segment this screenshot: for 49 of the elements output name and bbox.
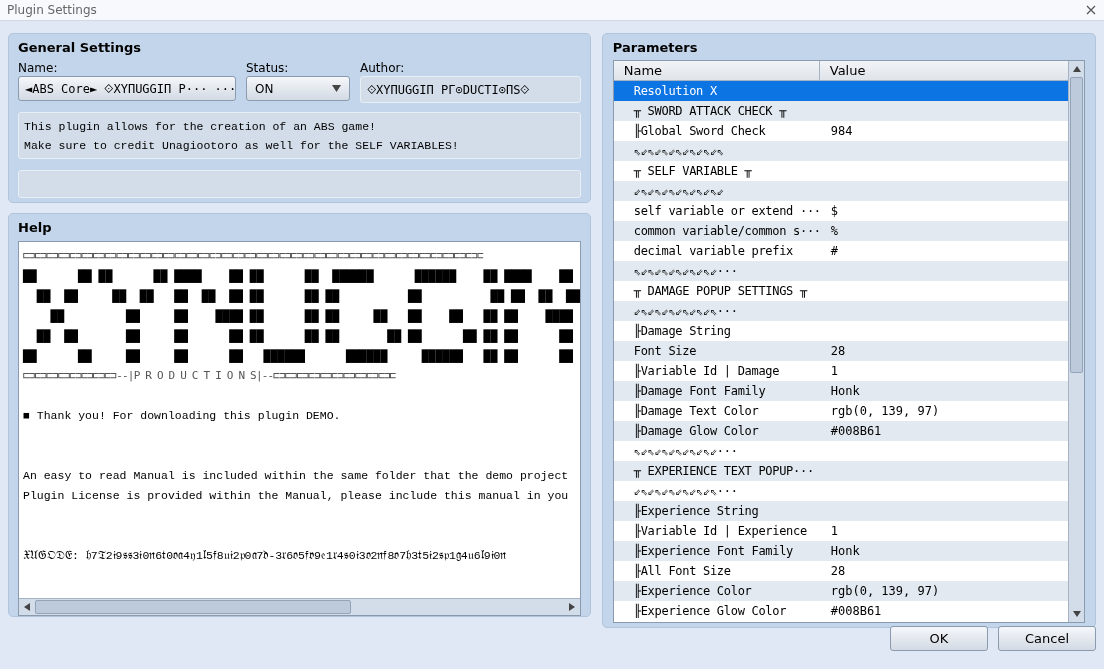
parameter-row[interactable]: ╟Experience Color rgb(0, 139, 97) — [613, 581, 1068, 601]
panel-title: Parameters — [612, 39, 699, 57]
parameter-row[interactable]: Font Size 28 — [613, 341, 1068, 361]
parameter-row[interactable]: ⇙⇖⇙⇖⇙⇖⇙⇖⇙⇖⇙⇖··· — [613, 301, 1068, 321]
author-field[interactable]: ⟐XYПՍGGIП PΓ⊙DՍCTI⊙ПS⟐ — [360, 76, 581, 103]
ornament-line: ⊏⊐⊏⊐⊏⊐⊏⊐⊏⊐⊏⊐⊏⊐⊏⊐--|P R O D U C T I O N S|--⊏⊐⊏⊐⊏⊐⊏⊐⊏⊐⊏⊐⊏⊐⊏⊐⊏⊐⊏⊐⊏ — [23, 368, 396, 384]
empty-field[interactable] — [18, 170, 581, 198]
left-arrow-icon — [24, 603, 30, 611]
parameter-row[interactable]: ╥ SWORD ATTACK CHECK ╥ — [613, 101, 1068, 121]
column-header[interactable]: Value — [819, 61, 1068, 80]
block-letter-line: ██ ██ ██ ██ ██ ██ ██ ██ ██ ██ ██ ██ ██ ██ ██ — [35, 288, 580, 305]
panel-title: General Settings — [18, 39, 143, 57]
close-icon[interactable] — [1086, 5, 1096, 15]
help-text-line: An easy to read Manual is included within the same folder that the demo project — [23, 468, 569, 484]
block-letter-line: ██ ██ ██ ██ ██ ██████ ██████ ██████ ██ ██ ██ — [23, 348, 573, 365]
status-dropdown[interactable]: ON — [246, 76, 350, 101]
panel-title: Help — [18, 219, 53, 237]
caret-icon — [332, 85, 341, 92]
column-header[interactable]: Name — [613, 61, 820, 80]
description-field[interactable]: This plugin allows for the creation of an ABS game! Make sure to credit Unagiootoro as well for the SELF VARIABLES! — [18, 112, 581, 159]
parameter-row[interactable]: ╟Experience String — [613, 501, 1068, 521]
field-label: Name: — [18, 60, 59, 76]
parameter-row[interactable]: ╟Experience Font Family Honk — [613, 541, 1068, 561]
help-text-line: Plugin License is provided within the Manual, please include this manual in you — [23, 488, 569, 504]
name-field[interactable]: ◄ABS Core► ⟐XYПՍGGIП P··· ··· — [18, 76, 236, 101]
scrollbar-thumb[interactable] — [1070, 77, 1083, 373]
block-letter-line: ██ ██ ██ ██ ██ ██ ██ ██ ██ ██ ██ ██ ██ ██ — [35, 328, 573, 345]
field-label: Author: — [360, 60, 406, 76]
ornament-line: ⊏⊐⊏⊐⊏⊐⊏⊐⊏⊐⊏⊐⊏⊐⊏⊐⊏⊐⊏⊐⊏⊐⊏⊐⊏⊐⊏⊐⊏⊐⊏⊐⊏⊐⊏⊐⊏⊐⊏⊐⊏⊐⊏⊐⊏⊐⊏⊐⊏⊐⊏⊐⊏⊐⊏⊐⊏⊐⊏⊐⊏⊐⊏⊐⊏⊐⊏⊐⊏⊐⊏⊐⊏⊐⊏⊐⊏⊐⊏ — [23, 248, 483, 264]
parameter-row[interactable]: ⇖⇙⇖⇙⇖⇙⇖⇙⇖⇙⇖⇙⇖ — [613, 141, 1068, 161]
help-text-line: ■ Thank you! For downloading this plugin DEMO. — [23, 408, 341, 424]
parameter-row[interactable]: ╟Damage Font Family Honk — [613, 381, 1068, 401]
help-text-line: 𝔛𝔘𝔊𝔒𝔇𝔈: 𝔥7𝔗2𝔦9𝔰𝔰3𝔦0𝔫6𝔱0𝔬𝔞4𝔶1𝔩5𝔣8𝔲𝔦2𝔭0𝔞7𝔡-3𝔯6𝔬5𝔣𝔳9𝔢1𝔯4𝔰0𝔦3𝔬2𝔫𝔣8𝔬7𝔥3𝔱5𝔦2𝔰𝔭1𝔤4𝔲6𝔩9𝔦0𝔫 — [23, 548, 507, 564]
block-letter-line: ██ ██ ██ ████ ██ ██ ██ ██ ██ ██ ██ ██ ████ — [49, 308, 573, 325]
parameter-row[interactable]: ╥ EXPERIENCE TEXT POPUP··· — [613, 461, 1068, 481]
window-title: Plugin Settings — [7, 2, 97, 19]
parameter-row[interactable]: Resolution X — [613, 81, 1068, 101]
up-arrow-icon — [1072, 66, 1081, 72]
dialog-button[interactable]: Cancel — [998, 626, 1096, 651]
parameter-row[interactable]: ╟Damage Glow Color #008B61 — [613, 421, 1068, 441]
parameter-row[interactable]: common variable/common s··· % — [613, 221, 1068, 241]
parameter-row[interactable]: ⇙⇖⇙⇖⇙⇖⇙⇖⇙⇖⇙⇖⇙ — [613, 181, 1068, 201]
right-arrow-icon — [568, 603, 575, 611]
block-letter-line: ██ ██ ██ ██ ████ ██ ██ ██ ██████ ██████ ██ ████ ██ — [23, 268, 573, 285]
dialog-button[interactable]: OK — [890, 626, 988, 651]
parameter-row[interactable]: ⇖⇙⇖⇙⇖⇙⇖⇙⇖⇙⇖⇙··· — [613, 261, 1068, 281]
field-label: Status: — [246, 60, 290, 76]
down-arrow-icon — [1072, 611, 1081, 617]
scrollbar-thumb[interactable] — [35, 600, 351, 614]
